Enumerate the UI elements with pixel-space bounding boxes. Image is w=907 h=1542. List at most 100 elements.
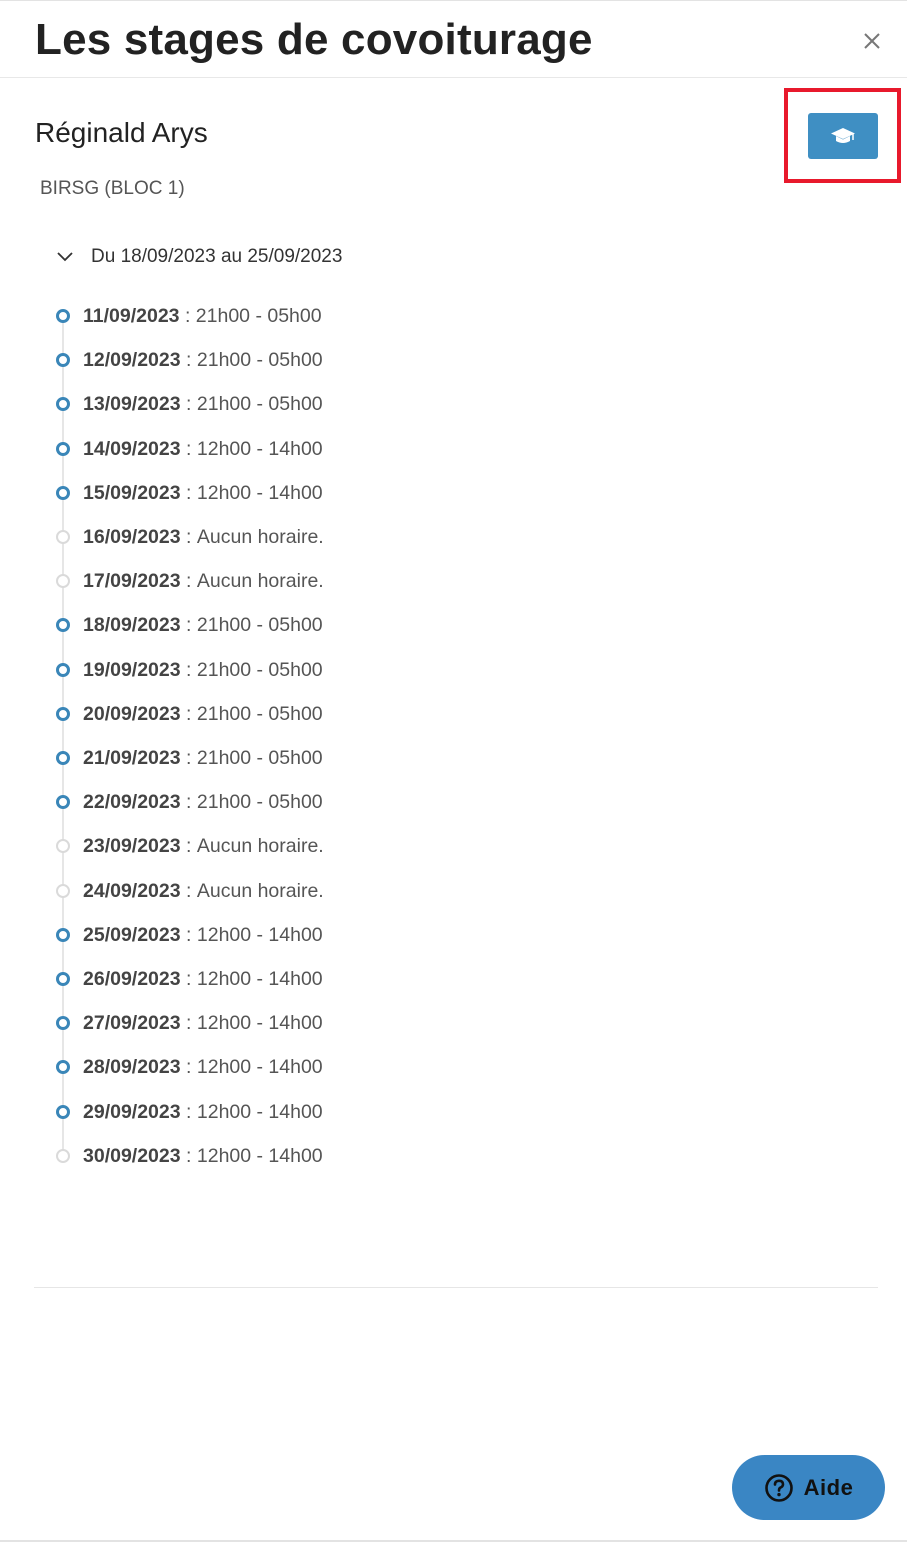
timeline-date: 21/09/2023 [83, 746, 181, 769]
timeline-separator: : [180, 525, 197, 548]
timeline-hours: 21h00 - 05h00 [196, 348, 323, 371]
timeline-date: 13/09/2023 [83, 392, 181, 415]
timeline-dot-inactive [56, 884, 70, 898]
timeline-hours: Aucun horaire. [196, 879, 324, 902]
timeline-separator: : [180, 658, 197, 681]
timeline-item: 24/09/2023 : Aucun horaire. [56, 876, 324, 906]
timeline-dot-active [56, 1060, 70, 1074]
timeline-date: 24/09/2023 [83, 879, 181, 902]
timeline-item: 27/09/2023 : 12h00 - 14h00 [56, 1008, 323, 1038]
timeline-item: 29/09/2023 : 12h00 - 14h00 [56, 1097, 323, 1127]
timeline-separator: : [180, 1144, 197, 1167]
help-label: Aide [803, 1474, 854, 1500]
timeline-date: 22/09/2023 [83, 790, 181, 813]
timeline-date: 11/09/2023 [83, 304, 180, 327]
timeline-date: 25/09/2023 [83, 923, 181, 946]
period-toggle[interactable]: Du 18/09/2023 au 25/09/2023 [55, 243, 342, 271]
timeline-date: 20/09/2023 [83, 702, 181, 725]
timeline-separator: : [180, 746, 197, 769]
timeline-dot-active [56, 618, 70, 632]
timeline-item: 15/09/2023 : 12h00 - 14h00 [56, 478, 323, 508]
timeline-separator: : [180, 923, 197, 946]
timeline-date: 14/09/2023 [83, 437, 181, 460]
timeline-date: 15/09/2023 [83, 481, 181, 504]
timeline-hours: 12h00 - 14h00 [196, 967, 323, 990]
timeline-dot-inactive [56, 530, 70, 544]
timeline-hours: 21h00 - 05h00 [196, 746, 323, 769]
timeline-date: 17/09/2023 [83, 569, 181, 592]
timeline-separator: : [180, 1011, 197, 1034]
timeline-separator: : [180, 702, 197, 725]
timeline-separator: : [180, 879, 197, 902]
timeline-dot-active [56, 795, 70, 809]
timeline-dot-active [56, 1105, 70, 1119]
timeline-dot-active [56, 486, 70, 500]
timeline-separator: : [180, 569, 197, 592]
timeline-item: 13/09/2023 : 21h00 - 05h00 [56, 389, 323, 419]
timeline-dot-inactive [56, 574, 70, 588]
timeline-separator: : [180, 392, 197, 415]
timeline-separator: : [180, 834, 197, 857]
page-title: Les stages de covoiturage [35, 15, 593, 64]
timeline-item: 17/09/2023 : Aucun horaire. [56, 566, 324, 596]
timeline-item: 18/09/2023 : 21h00 - 05h00 [56, 610, 323, 640]
timeline-date: 27/09/2023 [83, 1011, 181, 1034]
graduation-button[interactable] [808, 113, 878, 159]
timeline-dot-inactive [56, 839, 70, 853]
help-button[interactable]: Aide [732, 1455, 885, 1520]
timeline-item: 25/09/2023 : 12h00 - 14h00 [56, 920, 323, 950]
timeline-dot-active [56, 397, 70, 411]
timeline-date: 12/09/2023 [83, 348, 181, 371]
timeline-date: 30/09/2023 [83, 1144, 181, 1167]
student-group: BIRSG (BLOC 1) [40, 178, 185, 199]
timeline-hours: Aucun horaire. [196, 834, 324, 857]
timeline-hours: 21h00 - 05h00 [196, 702, 323, 725]
bottom-divider [34, 1287, 878, 1288]
timeline-dot-active [56, 353, 70, 367]
timeline-separator: : [180, 613, 197, 636]
timeline-dot-active [56, 663, 70, 677]
timeline-date: 28/09/2023 [83, 1055, 181, 1078]
timeline-hours: 21h00 - 05h00 [195, 304, 322, 327]
timeline-separator: : [180, 790, 197, 813]
timeline-dot-active [56, 751, 70, 765]
close-icon [864, 33, 880, 49]
timeline-dot-active [56, 1016, 70, 1030]
timeline-separator: : [180, 481, 197, 504]
timeline-item: 12/09/2023 : 21h00 - 05h00 [56, 345, 323, 375]
timeline-date: 18/09/2023 [83, 613, 181, 636]
timeline-item: 28/09/2023 : 12h00 - 14h00 [56, 1052, 323, 1082]
timeline-hours: Aucun horaire. [196, 525, 324, 548]
timeline-item: 14/09/2023 : 12h00 - 14h00 [56, 434, 323, 464]
timeline-dot-active [56, 442, 70, 456]
timeline-item: 23/09/2023 : Aucun horaire. [56, 831, 324, 861]
timeline-date: 26/09/2023 [83, 967, 181, 990]
timeline-item: 30/09/2023 : 12h00 - 14h00 [56, 1141, 323, 1171]
timeline-item: 22/09/2023 : 21h00 - 05h00 [56, 787, 323, 817]
timeline-item: 20/09/2023 : 21h00 - 05h00 [56, 699, 323, 729]
timeline-date: 19/09/2023 [83, 658, 181, 681]
timeline-item: 21/09/2023 : 21h00 - 05h00 [56, 743, 323, 773]
timeline-separator: : [180, 1055, 197, 1078]
timeline-item: 11/09/2023 : 21h00 - 05h00 [56, 301, 322, 331]
timeline-item: 16/09/2023 : Aucun horaire. [56, 522, 324, 552]
close-button[interactable] [858, 27, 886, 55]
timeline-separator: : [179, 304, 196, 327]
timeline-dot-active [56, 309, 70, 323]
graduation-cap-icon [831, 128, 855, 143]
chevron-down-icon [57, 252, 73, 262]
timeline-separator: : [180, 1100, 197, 1123]
timeline-date: 29/09/2023 [83, 1100, 181, 1123]
timeline-separator: : [180, 348, 197, 371]
timeline-hours: 21h00 - 05h00 [196, 392, 323, 415]
timeline-separator: : [180, 967, 197, 990]
timeline-dot-active [56, 972, 70, 986]
timeline-hours: 21h00 - 05h00 [196, 613, 323, 636]
timeline-hours: 12h00 - 14h00 [196, 923, 323, 946]
timeline-dot-inactive [56, 1149, 70, 1163]
modal-header: Les stages de covoiturage [0, 1, 907, 78]
timeline-hours: 12h00 - 14h00 [196, 1144, 323, 1167]
timeline-item: 26/09/2023 : 12h00 - 14h00 [56, 964, 323, 994]
timeline-hours: Aucun horaire. [196, 569, 324, 592]
timeline-hours: 12h00 - 14h00 [196, 481, 323, 504]
